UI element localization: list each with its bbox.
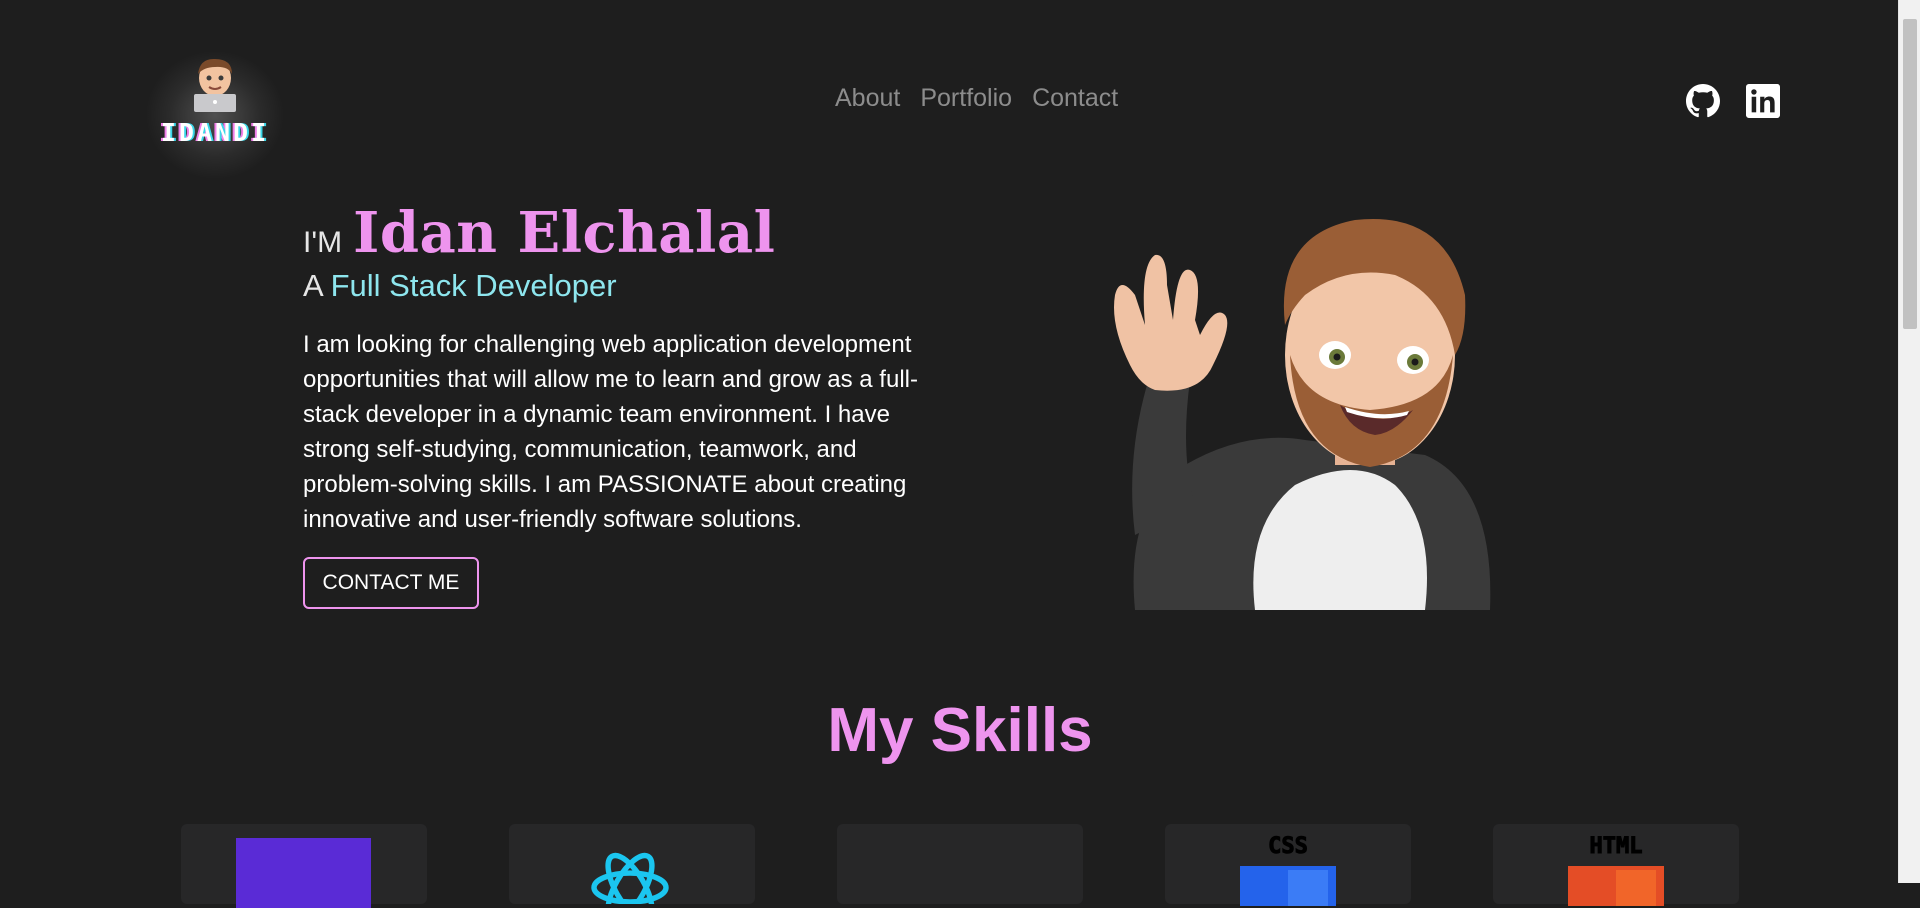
react-icon [591, 852, 669, 904]
hero-bio: I am looking for challenging web applica… [303, 331, 918, 533]
css-label: CSS [1268, 834, 1309, 860]
nav-about[interactable]: About [835, 84, 900, 113]
role-prefix: A [303, 268, 322, 303]
css-icon [1240, 866, 1336, 906]
html-icon [1568, 866, 1664, 906]
github-icon[interactable] [1686, 84, 1720, 118]
logo-text: IDANDI [160, 118, 270, 147]
skill-card[interactable]: CSS [1165, 824, 1411, 906]
purple-square-icon [236, 838, 371, 908]
page-scrollbar[interactable] [1898, 0, 1920, 883]
contact-me-button[interactable]: CONTACT ME [303, 557, 479, 609]
html-label: HTML [1589, 834, 1643, 860]
hero-role: A Full Stack Developer [303, 268, 617, 304]
waving-memoji-illustration [1114, 218, 1491, 610]
skill-card[interactable]: HTML [1493, 824, 1739, 906]
hero-name: Idan Elchalal [353, 200, 776, 266]
linkedin-icon[interactable] [1746, 84, 1780, 118]
nav-portfolio[interactable]: Portfolio [920, 84, 1012, 113]
skill-card[interactable] [837, 824, 1083, 904]
nav-contact[interactable]: Contact [1032, 84, 1118, 113]
hero-prefix: I'M [303, 226, 343, 259]
logo-avatar-icon [194, 58, 236, 112]
scrollbar-thumb[interactable] [1903, 19, 1917, 329]
role-title: Full Stack Developer [330, 268, 617, 303]
main-nav: About Portfolio Contact [835, 84, 1118, 113]
hero-heading: I'M Idan Elchalal [303, 200, 775, 266]
skill-card[interactable] [181, 824, 427, 908]
skill-card[interactable] [509, 824, 755, 904]
skills-heading: My Skills [827, 696, 1093, 765]
site-logo[interactable]: IDANDI [140, 50, 290, 180]
